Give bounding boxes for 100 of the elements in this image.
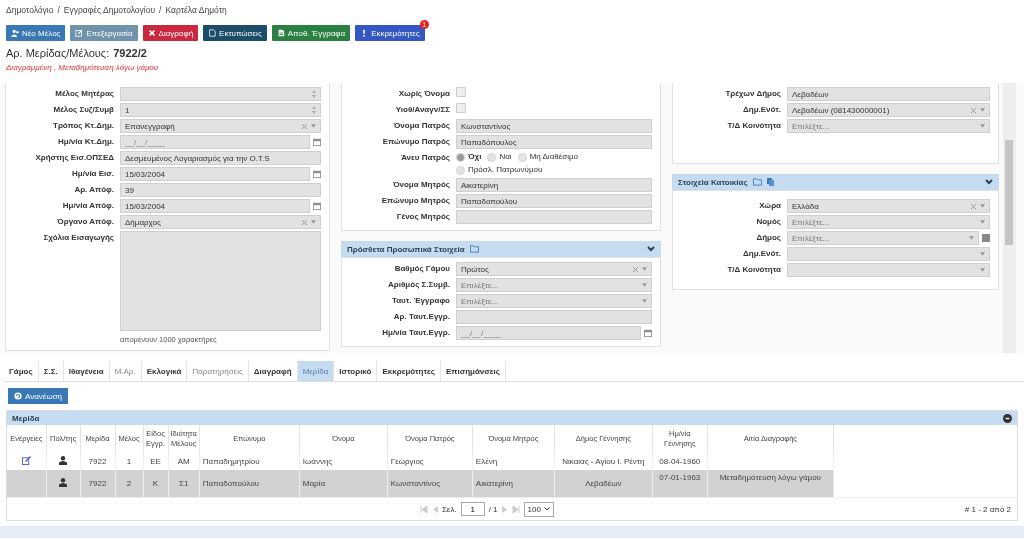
breadcrumb-separator: / — [57, 5, 60, 15]
select-field[interactable]: Δήμαρχος — [120, 215, 321, 229]
field-label: Επώνυμο Πατρός — [381, 136, 450, 148]
number-field[interactable]: 1 — [120, 103, 321, 117]
copy-icon[interactable] — [766, 178, 774, 186]
previous-page-icon[interactable] — [431, 505, 438, 513]
field-label: Επώνυμο Μητρός — [380, 195, 450, 207]
chevron-icon[interactable] — [647, 246, 655, 252]
select-field[interactable]: Επανεγγραφή — [120, 119, 321, 133]
caret-icon[interactable] — [311, 124, 316, 128]
refresh-button[interactable]: Ανανέωση — [8, 388, 68, 404]
caret-icon[interactable] — [642, 299, 647, 303]
field-label: Δημ.Ενότ. — [742, 104, 781, 116]
date-field[interactable]: __/__/____ — [120, 135, 310, 149]
clear-icon[interactable] — [971, 107, 976, 113]
caret-icon[interactable] — [980, 108, 985, 112]
select-field[interactable]: Επιλέξτε... — [456, 294, 652, 308]
breadcrumb-link[interactable]: Δημοτολόγιο — [6, 5, 54, 15]
table-cell: Σ1 — [168, 470, 200, 497]
section-title: Πρόσθετα Προσωπικά Στοιχεία — [347, 244, 465, 254]
date-field[interactable]: __/__/____ — [456, 326, 641, 340]
breadcrumb-link[interactable]: Καρτέλα Δημότη — [165, 5, 227, 15]
clear-icon[interactable] — [302, 219, 307, 225]
field-label: Χρήστης Εισ.ΟΠΣΕΔ — [34, 152, 114, 164]
text-field[interactable] — [456, 210, 652, 224]
radio-button[interactable] — [487, 152, 497, 162]
chevron-icon[interactable] — [985, 179, 993, 185]
table-cell: Κ — [143, 470, 168, 497]
checkbox[interactable] — [456, 103, 466, 113]
date-field[interactable]: 15/03/2004 — [120, 199, 310, 213]
text-field[interactable]: Λεβαδέων — [787, 87, 990, 101]
caret-icon[interactable] — [969, 236, 974, 240]
checkbox[interactable] — [456, 87, 466, 97]
number-field[interactable] — [120, 87, 321, 101]
comments-textarea[interactable] — [120, 231, 321, 331]
clear-icon[interactable] — [633, 266, 638, 272]
caret-icon[interactable] — [980, 268, 985, 272]
person-icon[interactable] — [59, 478, 67, 487]
table-cell: 7922 — [80, 470, 115, 497]
select-field[interactable]: Πρώτος — [456, 262, 652, 276]
calendar-icon[interactable] — [313, 202, 321, 210]
text-field[interactable]: Κωνσταντίνος — [456, 119, 652, 133]
edit-icon[interactable] — [21, 455, 31, 465]
table-cell: Λεβαδέων — [554, 470, 653, 497]
radio-button[interactable] — [456, 165, 465, 175]
caret-icon[interactable] — [980, 220, 985, 224]
record-count: # 1 - 2 από 2 — [964, 504, 1011, 514]
caret-icon[interactable] — [980, 204, 985, 208]
toolbar-button[interactable]: Νέο Μέλος — [6, 25, 66, 41]
toolbar-button[interactable]: Εκτυπώσεις — [203, 25, 267, 41]
spinner-icon[interactable] — [312, 106, 316, 114]
spinner-icon[interactable] — [312, 90, 316, 98]
text-field[interactable]: 39 — [120, 183, 321, 197]
text-field[interactable] — [456, 310, 652, 324]
select-field[interactable] — [787, 263, 990, 277]
radio-label: Πρόσλ. Πατρωνύμου — [468, 164, 543, 176]
clear-icon[interactable] — [302, 123, 307, 129]
next-page-icon[interactable] — [501, 505, 508, 513]
field-label: Χωρίς Όνομα — [397, 88, 450, 100]
radio-button[interactable] — [456, 152, 465, 162]
caret-icon[interactable] — [980, 252, 985, 256]
toolbar-button[interactable]: Διαγραφή — [142, 25, 199, 41]
folder-icon[interactable] — [469, 245, 479, 253]
caret-icon[interactable] — [311, 220, 316, 224]
breadcrumb-link[interactable]: Εγγραφές Δημοτολογίου — [63, 5, 156, 15]
select-field[interactable]: Επιλέξτε... — [787, 215, 990, 229]
record-label: Αρ. Μερίδας/Μέλους: — [6, 47, 110, 59]
table-cell: Μαρία — [299, 470, 388, 497]
caret-icon[interactable] — [980, 124, 985, 128]
page-size-select[interactable]: 100 — [523, 501, 554, 517]
radio-button[interactable] — [517, 152, 527, 162]
select-field[interactable]: Λεβαδέων (081430000001) — [787, 103, 990, 117]
select-field[interactable]: Ελλάδα — [787, 199, 990, 213]
person-icon[interactable] — [59, 455, 67, 465]
toolbar-button[interactable]: Αποθ. Έγγραφα — [271, 25, 351, 41]
chevron-icon — [543, 507, 550, 511]
text-field[interactable]: Δεσμευμένος Λογαριασμός για την Ο.Τ.S — [120, 151, 321, 165]
field-label: Ημ/νία Εισ. — [71, 168, 114, 180]
calendar-icon[interactable] — [644, 329, 652, 337]
text-field[interactable]: Παπαδοπούλου — [456, 194, 652, 208]
clear-icon[interactable] — [971, 203, 976, 209]
first-page-icon[interactable] — [419, 505, 428, 513]
users-icon — [11, 29, 19, 37]
select-field[interactable]: Επιλέξτε... — [787, 119, 990, 133]
calendar-icon[interactable] — [313, 170, 321, 178]
collapse-icon[interactable] — [1003, 413, 1012, 423]
caret-icon[interactable] — [642, 283, 647, 287]
select-field[interactable] — [787, 247, 990, 261]
last-page-icon[interactable] — [511, 505, 520, 513]
date-field[interactable]: 15/03/2004 — [120, 167, 310, 181]
text-field[interactable]: Παπαδόπουλος — [456, 135, 652, 149]
scrollbar[interactable] — [1003, 83, 1016, 353]
caret-icon[interactable] — [642, 267, 647, 271]
select-field[interactable]: Επιλέξτε... — [787, 231, 979, 245]
table-cell: Κωνσταντίνος — [387, 470, 473, 497]
page-input[interactable]: 1 — [460, 502, 485, 516]
calendar-icon[interactable] — [313, 138, 321, 146]
folder-icon[interactable] — [752, 178, 762, 186]
select-field[interactable]: Επιλέξτε... — [456, 278, 652, 292]
text-field[interactable]: Αικατερίνη — [456, 178, 652, 192]
